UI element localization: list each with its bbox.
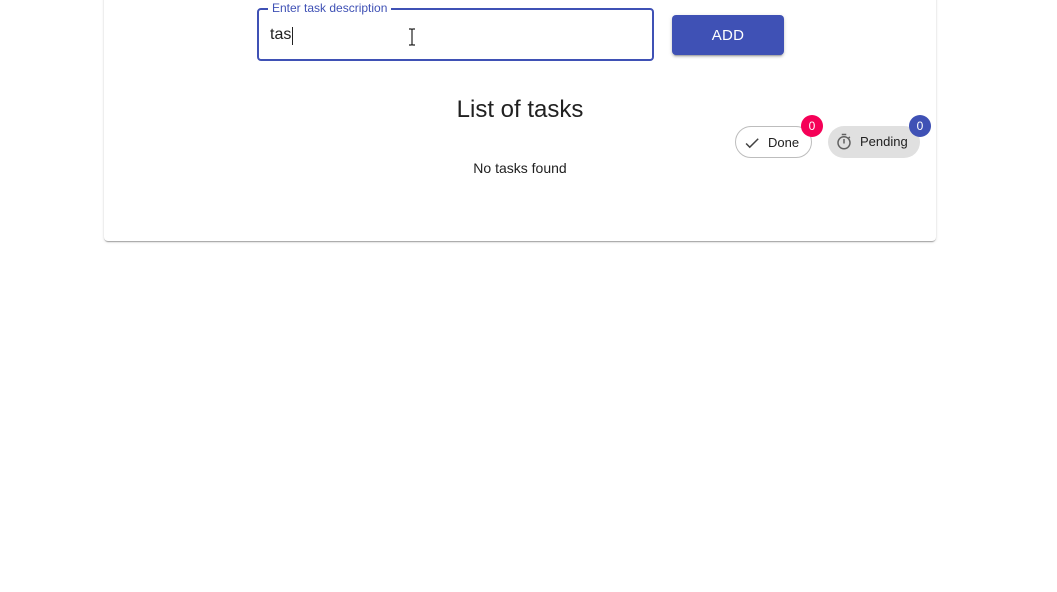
pending-count-badge: 0 bbox=[909, 115, 931, 137]
text-cursor-icon bbox=[409, 28, 415, 46]
task-description-label: Enter task description bbox=[268, 1, 392, 15]
text-caret bbox=[292, 27, 293, 45]
timer-icon bbox=[837, 133, 851, 150]
empty-list-message: No tasks found bbox=[473, 160, 567, 176]
filter-chip-done-label: Done bbox=[768, 135, 800, 150]
filter-chip-done[interactable]: Done bbox=[735, 126, 812, 158]
add-task-button[interactable]: ADD bbox=[672, 15, 784, 55]
check-icon bbox=[745, 138, 759, 149]
done-count-badge: 0 bbox=[801, 115, 823, 137]
task-description-field[interactable]: Enter task description bbox=[257, 1, 654, 61]
task-description-input[interactable] bbox=[270, 24, 630, 46]
filter-chip-pending[interactable]: Pending bbox=[828, 126, 920, 158]
filter-chip-pending-label: Pending bbox=[860, 134, 908, 149]
task-list-title: List of tasks bbox=[456, 96, 584, 123]
